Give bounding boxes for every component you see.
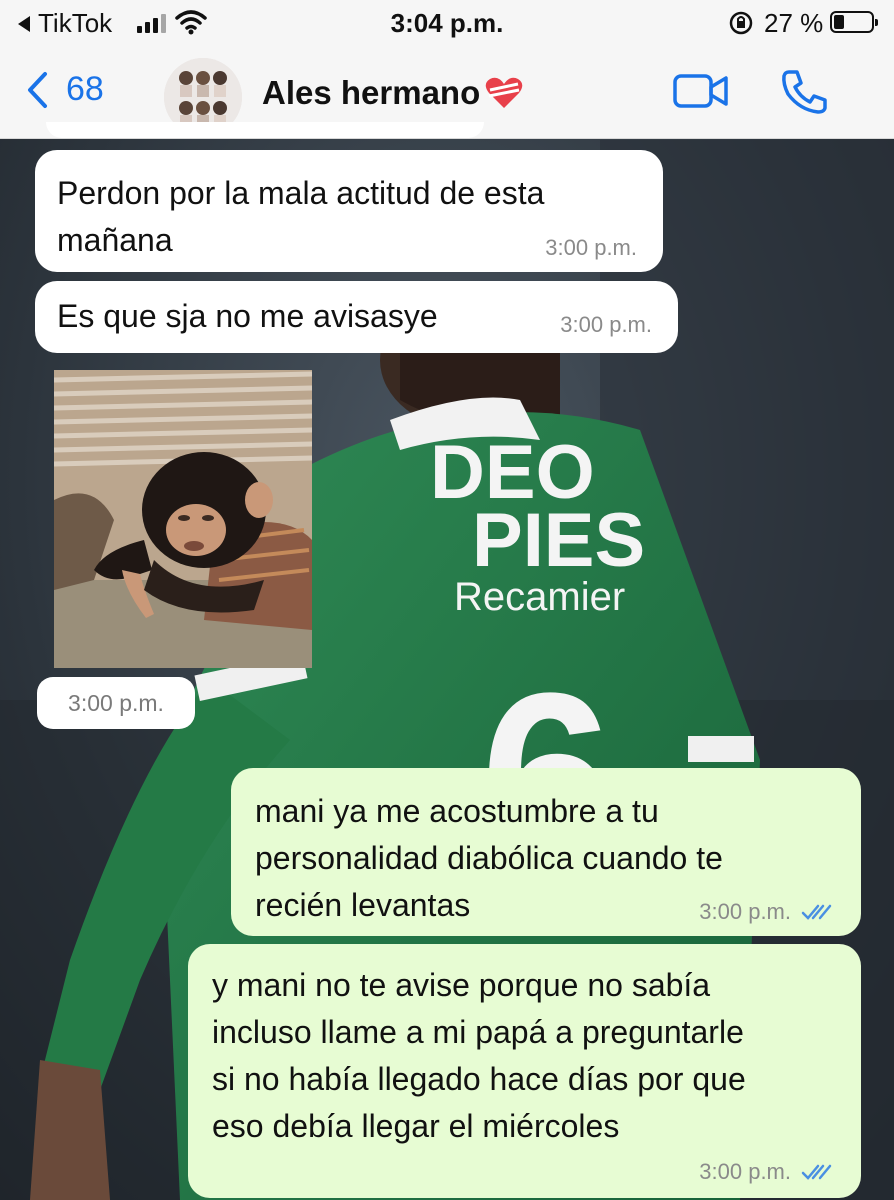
message-meta: 3:00 p.m. [699,1160,835,1184]
incoming-message[interactable]: Es que sja no me avisasye 3:00 p.m. [35,281,678,353]
message-time: 3:00 p.m. [545,235,637,260]
photo-time-chip: 3:00 p.m. [37,677,195,729]
chevron-left-icon [28,71,47,108]
outgoing-message[interactable]: mani ya me acostumbre a tu personalidad … [231,768,861,936]
message-meta: 3:00 p.m. [545,236,637,260]
previous-message-edge [46,122,484,138]
message-time: 3:00 p.m. [560,312,652,337]
unread-count: 68 [66,70,104,108]
battery-percentage: 27 % [764,8,824,38]
chimp-pointing-down-image [54,370,312,668]
jersey-sponsor-line3: Recamier [454,575,625,619]
message-time: 3:00 p.m. [699,1159,791,1184]
incoming-message[interactable]: Perdon por la mala actitud de esta mañan… [35,150,663,272]
voice-call-button[interactable] [780,68,830,114]
outgoing-message[interactable]: y mani no te avise porque no sabía inclu… [188,944,861,1198]
jersey-sponsor-line2: PIES [472,498,645,583]
read-receipt-icon [801,904,832,920]
message-meta: 3:00 p.m. [699,900,835,924]
contact-name-text: Ales hermano [262,74,481,111]
status-time: 3:04 p.m. [390,8,504,38]
battery-icon [830,11,878,33]
message-text: y mani no te avise porque no sabía inclu… [212,967,746,1144]
incoming-photo-message[interactable] [54,370,312,668]
rotation-lock-icon [729,11,753,35]
video-call-button[interactable] [672,72,730,110]
contact-name[interactable]: Ales hermano [262,74,524,112]
status-bar: TikTok 3:04 p.m. 27 % [0,0,894,46]
message-meta: 3:00 p.m. [560,313,652,337]
heart-with-ribbon-icon [485,77,523,108]
message-time: 3:00 p.m. [699,899,791,924]
read-receipt-icon [801,1164,832,1180]
top-bar: TikTok 3:04 p.m. 27 % 68 Ales hermano [0,0,894,139]
back-button[interactable]: 68 [26,70,104,109]
